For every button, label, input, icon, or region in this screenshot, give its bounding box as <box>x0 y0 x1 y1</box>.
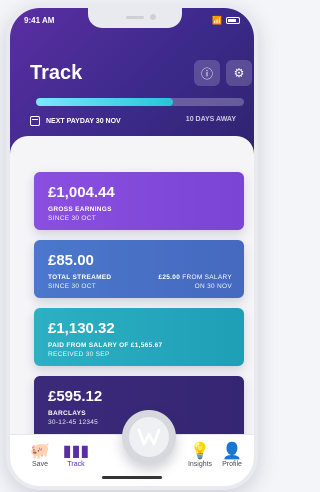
payday-progress <box>36 98 244 106</box>
tab-track-label: Track <box>67 461 85 468</box>
card-amount: £1,130.32 <box>48 320 115 337</box>
notch <box>88 8 182 28</box>
info-button[interactable]: ⓘ <box>194 60 220 86</box>
phone-frame: 9:41 AM 📶 Track ⓘ ⚙ NEXT PAYDAY 30 NOV 1… <box>6 4 258 490</box>
card-amount: £595.12 <box>48 388 103 405</box>
card-label: BARCLAYS <box>48 410 86 417</box>
person-icon: 👤 <box>222 443 242 460</box>
tab-track[interactable]: ▮▮▮ Track <box>54 443 98 468</box>
card-label: PAID FROM SALARY OF £1,565.67 <box>48 342 163 349</box>
camera <box>150 14 156 20</box>
status-icons: 📶 <box>212 16 240 25</box>
card-amount: £1,004.44 <box>48 184 115 201</box>
card-subtext: 30-12-45 12345 <box>48 419 99 426</box>
bar-chart-icon: ▮▮▮ <box>62 443 90 460</box>
calendar-icon <box>30 116 40 126</box>
tab-insights-label: Insights <box>187 461 213 468</box>
w-logo-icon <box>129 417 169 457</box>
info-icon: ⓘ <box>200 66 213 81</box>
paid-from-salary-card[interactable]: £1,130.32 PAID FROM SALARY OF £1,565.67 … <box>34 308 244 366</box>
card-label: TOTAL STREAMED <box>48 274 112 281</box>
streamed-from-text: FROM SALARY <box>182 274 232 281</box>
page-title: Track <box>30 62 83 84</box>
card-subtext: RECEIVED 30 SEP <box>48 351 110 358</box>
wifi-icon: 📶 <box>212 16 222 25</box>
settings-button[interactable]: ⚙ <box>226 60 252 86</box>
payday-progress-fill <box>36 98 174 106</box>
card-amount: £85.00 <box>48 252 94 269</box>
gross-earnings-card[interactable]: £1,004.44 GROSS EARNINGS SINCE 30 OCT <box>34 172 244 230</box>
days-away: 10 DAYS AWAY <box>185 116 236 123</box>
tab-save-label: Save <box>32 461 48 468</box>
home-indicator <box>102 476 162 479</box>
streamed-from-salary: £25.00 FROM SALARY <box>158 274 232 281</box>
total-streamed-card[interactable]: £85.00 TOTAL STREAMED SINCE 30 OCT £25.0… <box>34 240 244 298</box>
next-payday-text: NEXT PAYDAY 30 NOV <box>46 117 121 125</box>
screen: 9:41 AM 📶 Track ⓘ ⚙ NEXT PAYDAY 30 NOV 1… <box>10 8 254 486</box>
center-action-button[interactable] <box>122 410 176 464</box>
status-time: 9:41 AM <box>24 16 55 25</box>
battery-icon <box>226 17 240 24</box>
speaker <box>126 16 144 19</box>
tab-profile[interactable]: 👤 Profile <box>210 443 254 468</box>
card-subtext: SINCE 30 OCT <box>48 215 97 222</box>
w-logo-svg <box>137 428 161 446</box>
tab-profile-label: Profile <box>222 461 242 468</box>
streamed-date: ON 30 NOV <box>194 283 232 290</box>
gear-icon: ⚙ <box>233 66 245 80</box>
next-payday: NEXT PAYDAY 30 NOV <box>30 116 121 126</box>
streamed-amount: £25.00 <box>158 274 181 281</box>
card-label: GROSS EARNINGS <box>48 206 112 213</box>
card-subtext: SINCE 30 OCT <box>48 283 97 290</box>
